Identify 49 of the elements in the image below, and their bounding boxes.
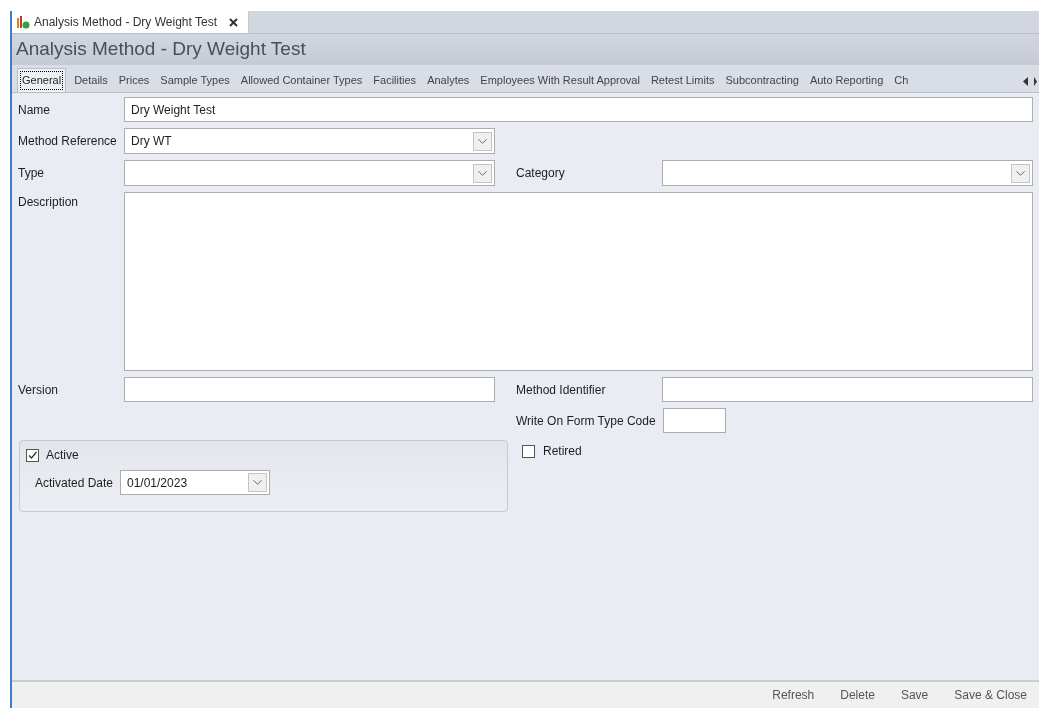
toolbar-button[interactable]: Delete bbox=[838, 686, 877, 704]
checkbox[interactable] bbox=[522, 444, 535, 458]
chevron-down-icon[interactable] bbox=[248, 473, 267, 492]
input-field[interactable] bbox=[124, 377, 495, 402]
checkbox-label: Active bbox=[46, 447, 79, 464]
field-label: Activated Date bbox=[35, 474, 115, 492]
tab[interactable]: Ch bbox=[891, 68, 912, 92]
input-field[interactable]: Dry Weight Test bbox=[124, 97, 1033, 122]
field-label: Category bbox=[516, 165, 566, 182]
tab[interactable]: Prices bbox=[115, 68, 153, 92]
close-icon[interactable] bbox=[228, 17, 238, 27]
description-field[interactable] bbox=[124, 192, 1033, 371]
field-label: Method Identifier bbox=[516, 381, 607, 399]
input-field[interactable] bbox=[663, 408, 726, 433]
tab[interactable]: Details bbox=[71, 68, 111, 92]
dropdown-field[interactable]: Dry WT bbox=[124, 128, 495, 154]
chevron-down-icon[interactable] bbox=[1011, 163, 1030, 183]
chevron-down-icon[interactable] bbox=[473, 131, 492, 151]
field-label: Method Reference bbox=[18, 133, 118, 150]
field-label: Version bbox=[18, 381, 60, 399]
tab[interactable]: Retest Limits bbox=[647, 68, 718, 92]
field-label: Name bbox=[18, 101, 51, 119]
document-tab[interactable]: Analysis Method - Dry Weight Test bbox=[12, 11, 249, 33]
tab[interactable]: Auto Reporting bbox=[806, 68, 887, 92]
tab[interactable]: Employees With Result Approval bbox=[477, 68, 643, 92]
tab[interactable]: Sample Types bbox=[157, 68, 233, 92]
field-label: Description bbox=[18, 194, 80, 211]
toolbar-button[interactable]: Refresh bbox=[770, 686, 817, 704]
tab[interactable]: Analytes bbox=[424, 68, 473, 92]
tab[interactable]: Subcontracting bbox=[722, 68, 802, 92]
dropdown-field[interactable]: 01/01/2023 bbox=[120, 470, 270, 495]
checkbox-label: Retired bbox=[543, 443, 582, 460]
dropdown-field[interactable] bbox=[662, 160, 1033, 186]
tab[interactable]: General bbox=[17, 68, 67, 92]
tab[interactable]: Facilities bbox=[370, 68, 420, 92]
checkbox[interactable] bbox=[26, 448, 39, 462]
chevron-down-icon[interactable] bbox=[473, 163, 492, 183]
chart-icon bbox=[16, 15, 30, 29]
window-title: Analysis Method - Dry Weight Test bbox=[16, 37, 306, 62]
document-tab-title: Analysis Method - Dry Weight Test bbox=[34, 14, 217, 31]
toolbar-button[interactable]: Save & Close bbox=[952, 686, 1029, 704]
input-field[interactable] bbox=[662, 377, 1033, 402]
field-label: Write On Form Type Code bbox=[516, 412, 657, 430]
scroll-right-icon[interactable] bbox=[1034, 77, 1037, 86]
tab[interactable]: Allowed Container Types bbox=[237, 68, 366, 92]
field-label: Type bbox=[18, 165, 45, 182]
scroll-left-icon[interactable] bbox=[1023, 77, 1028, 86]
toolbar-button[interactable]: Save bbox=[898, 686, 931, 704]
dropdown-field[interactable] bbox=[124, 160, 495, 186]
